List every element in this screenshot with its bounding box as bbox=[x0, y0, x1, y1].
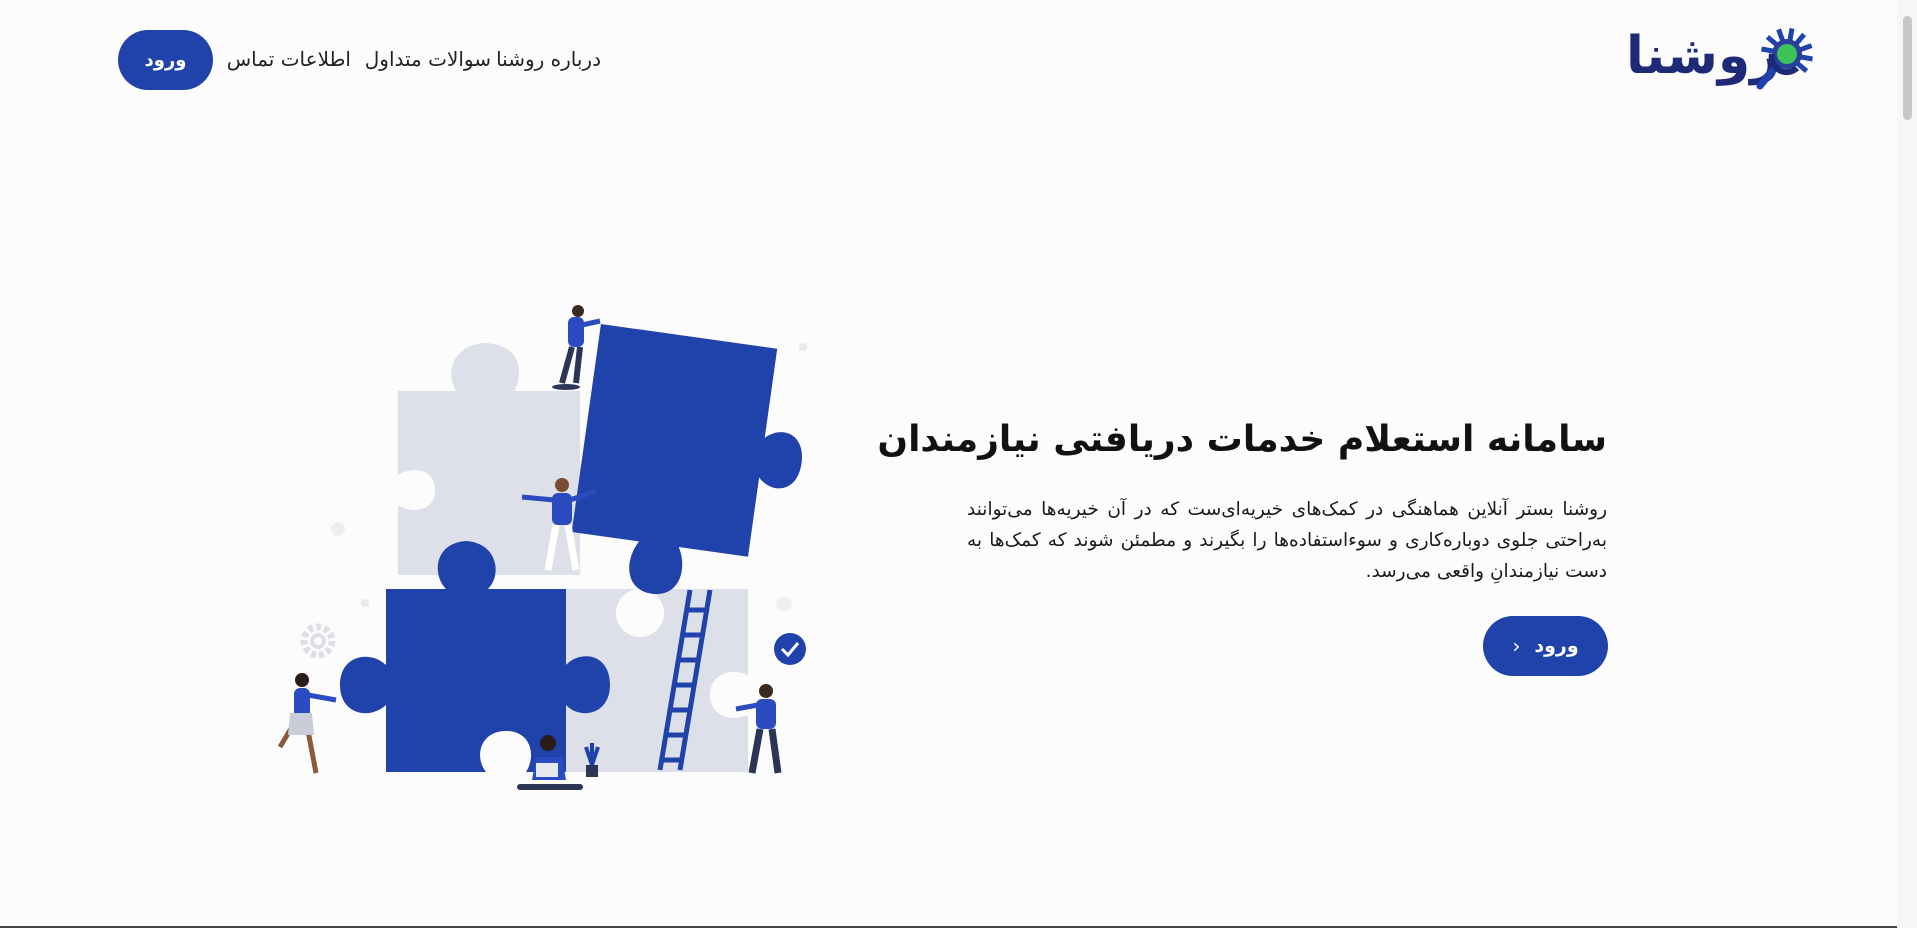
checkmark-badge-icon bbox=[774, 633, 806, 665]
hero-login-button[interactable]: ورود ‹ bbox=[1483, 616, 1608, 676]
puzzle-teamwork-illustration bbox=[277, 305, 807, 790]
hero-description: روشنا بستر آنلاین هماهنگی در کمک‌های خیر… bbox=[967, 499, 1607, 582]
header-login-button[interactable]: ورود bbox=[118, 30, 213, 90]
gear-icon bbox=[300, 623, 336, 659]
hero-login-label: ورود bbox=[1534, 635, 1579, 657]
nav-link-faq[interactable]: سوالات متداول bbox=[365, 44, 491, 74]
navbar: روشنا درباره روشنا سوالات متداول اطلاعات… bbox=[0, 0, 1897, 120]
nav-link-about[interactable]: درباره روشنا bbox=[496, 44, 601, 74]
logo-magnifier-icon[interactable] bbox=[1752, 26, 1818, 92]
hero-title: سامانه استعلام خدمات دریافتی نیازمندان bbox=[877, 419, 1607, 460]
scrollbar-thumb[interactable] bbox=[1903, 16, 1912, 120]
chevron-left-icon: ‹ bbox=[1512, 634, 1521, 658]
vertical-scrollbar[interactable] bbox=[1897, 0, 1917, 928]
nav-link-contact[interactable]: اطلاعات تماس bbox=[227, 44, 351, 74]
